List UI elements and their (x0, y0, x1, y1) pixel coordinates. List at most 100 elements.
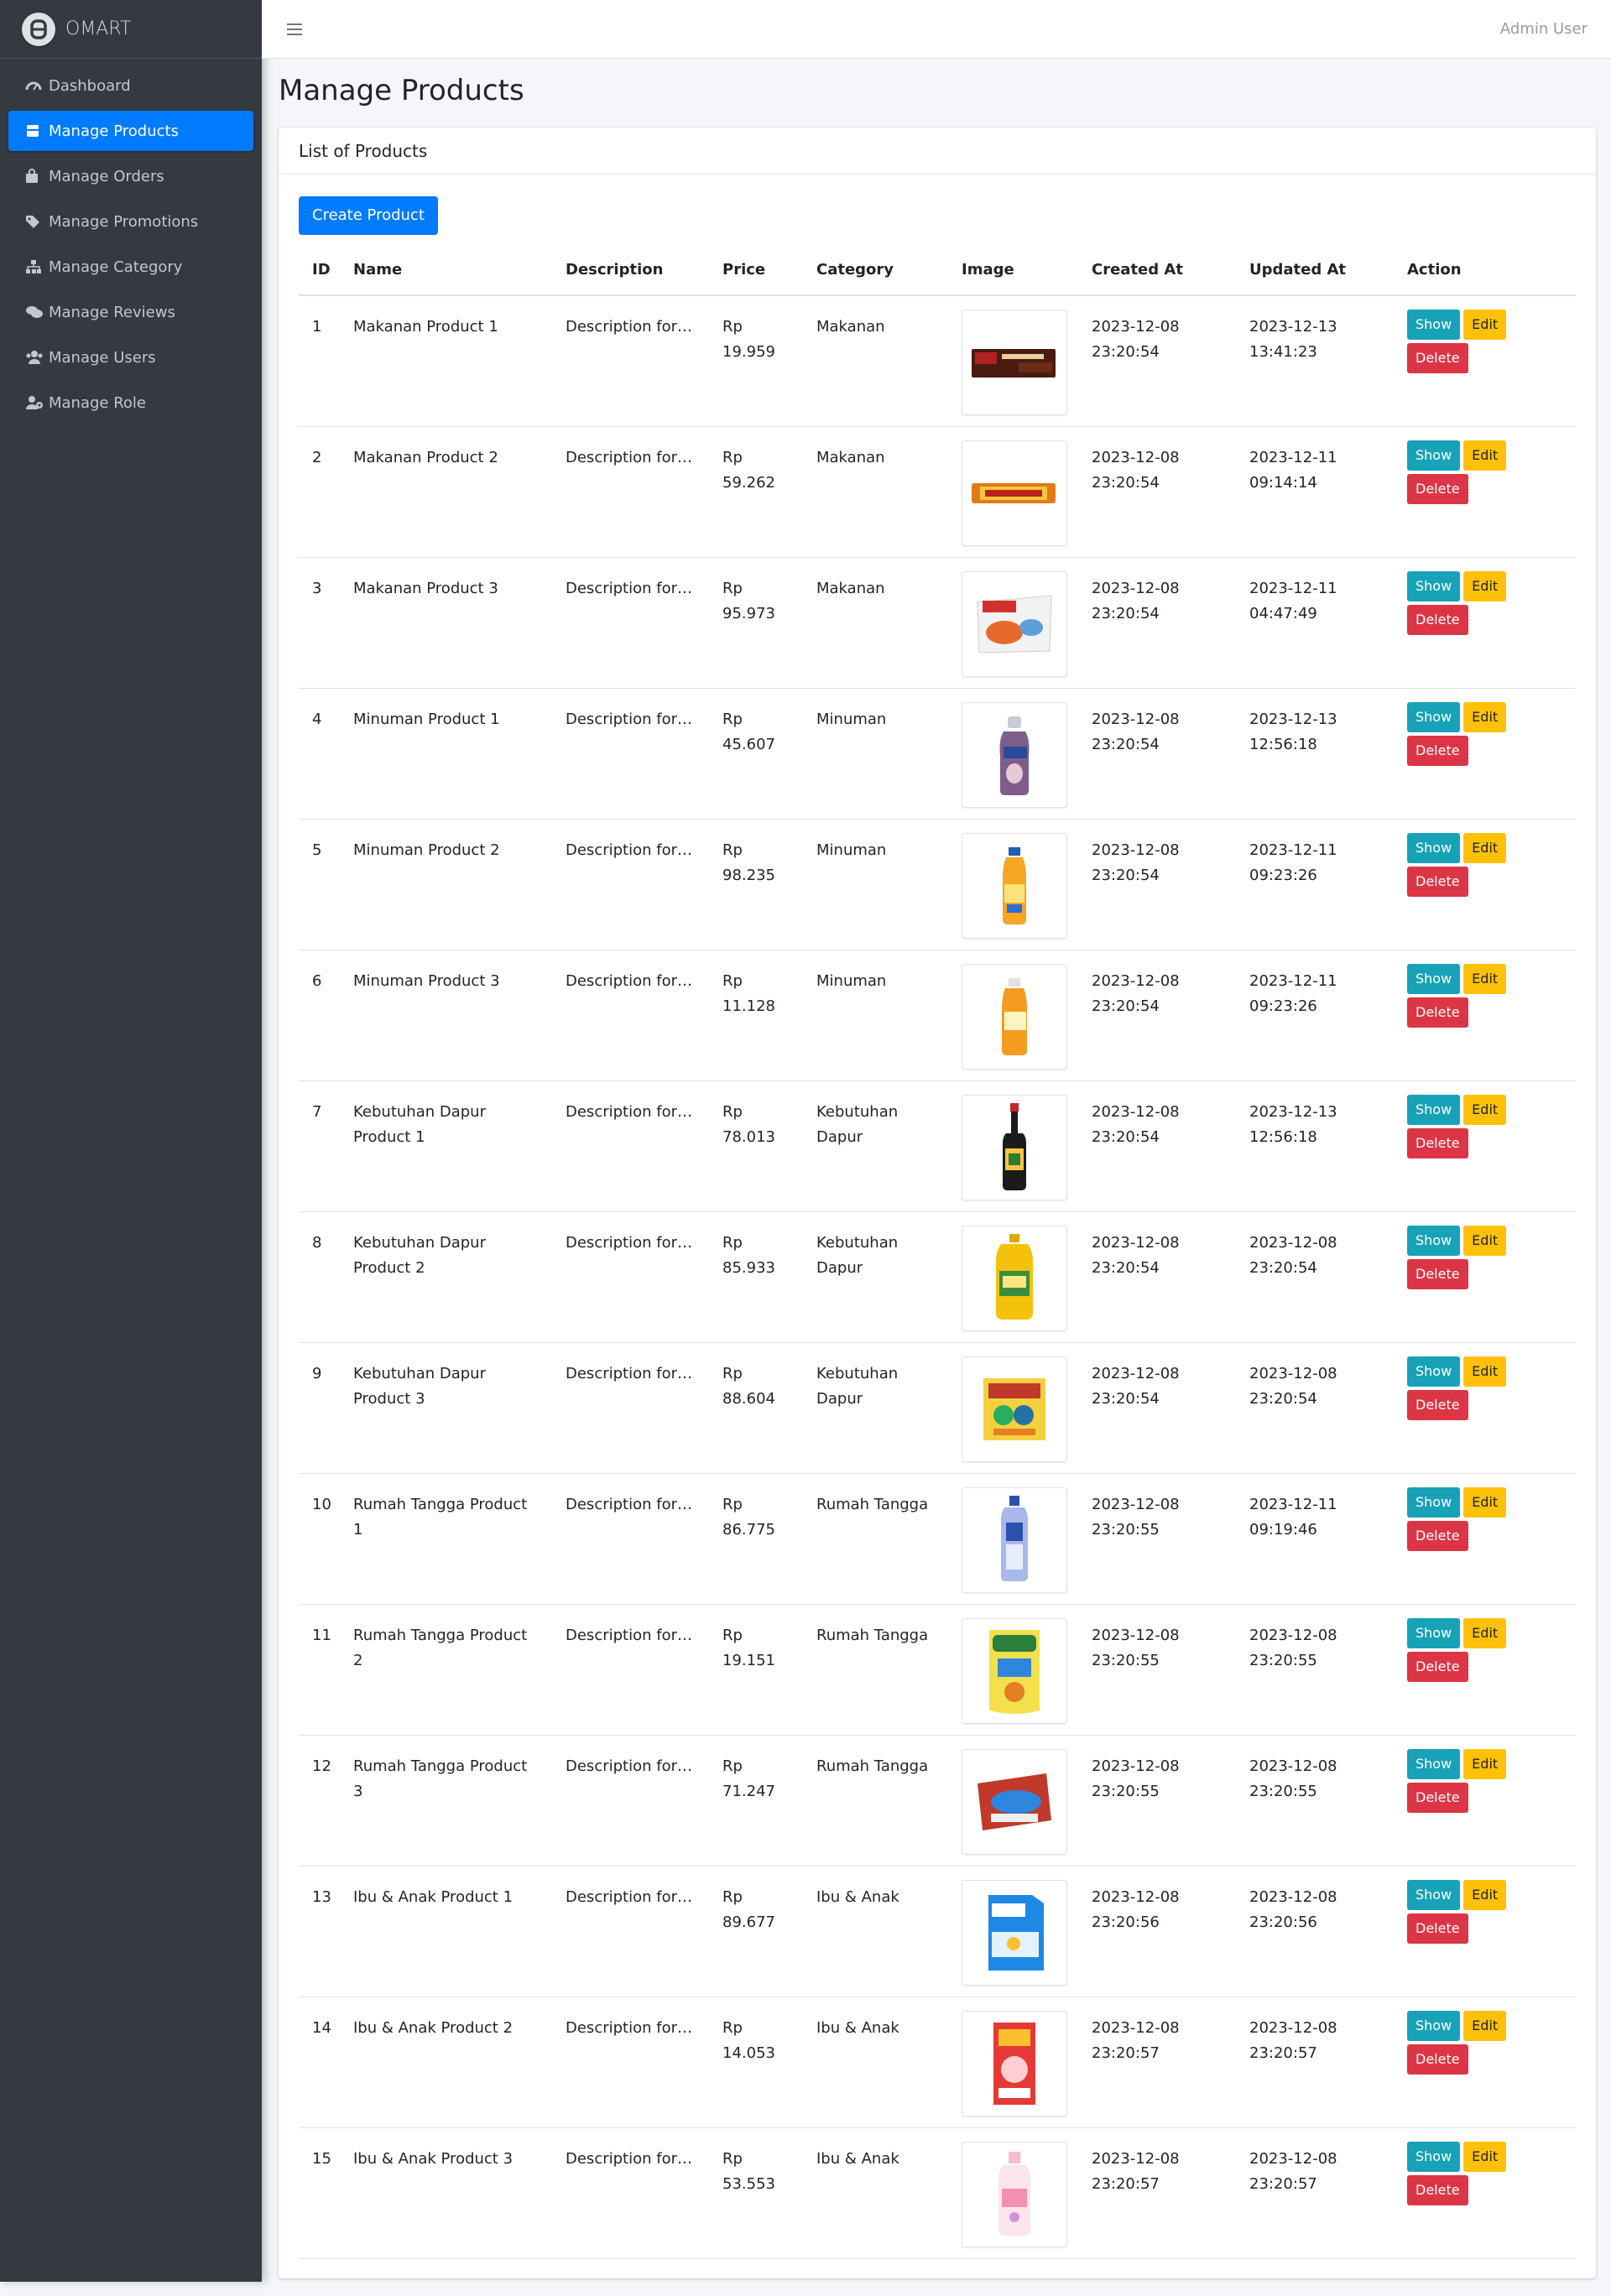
product-id: 8 (299, 1211, 340, 1343)
table-row: 1 Makanan Product 1 Description for … Rp 19… (299, 295, 1576, 427)
user-cog-icon (25, 394, 45, 411)
product-price: Rp 19.151 (709, 1604, 803, 1736)
column-header-updated-at[interactable]: Updated At (1236, 245, 1394, 296)
edit-button[interactable]: Edit (1463, 310, 1507, 340)
show-button[interactable]: Show (1407, 963, 1461, 994)
delete-button[interactable]: Delete (1407, 2043, 1468, 2075)
edit-button[interactable]: Edit (1463, 1486, 1507, 1518)
show-button[interactable]: Show (1407, 1748, 1461, 1779)
column-header-description[interactable]: Description (552, 245, 709, 296)
delete-button[interactable]: Delete (1407, 866, 1468, 897)
product-category: Minuman (803, 950, 948, 1081)
edit-button[interactable]: Edit (1463, 440, 1507, 471)
product-updated-at: 2023-12-08 23:20:56 (1236, 1866, 1394, 1997)
delete-button[interactable]: Delete (1407, 473, 1468, 504)
delete-button[interactable]: Delete (1407, 735, 1468, 766)
sidebar-item-manage-reviews[interactable]: Manage Reviews (8, 292, 253, 332)
product-created-at: 2023-12-08 23:20:54 (1078, 819, 1236, 950)
column-header-category[interactable]: Category (803, 245, 948, 296)
table-row: 11 Rumah Tangga Product 2 Description for … (299, 1604, 1576, 1736)
page-title: Manage Products (279, 74, 524, 107)
sidebar-item-manage-orders[interactable]: Manage Orders (8, 156, 253, 196)
show-button[interactable]: Show (1407, 440, 1461, 471)
edit-button[interactable]: Edit (1463, 2141, 1507, 2172)
product-description: Description for … (552, 295, 709, 427)
edit-button[interactable]: Edit (1463, 832, 1507, 863)
show-button[interactable]: Show (1407, 1617, 1461, 1648)
user-menu[interactable]: Admin User (1500, 20, 1588, 38)
product-price: Rp 45.607 (709, 688, 803, 820)
column-header-created-at[interactable]: Created At (1078, 245, 1236, 296)
product-actions: Show Edit Delete (1394, 1735, 1576, 1866)
sidebar-item-manage-category[interactable]: Manage Category (8, 247, 253, 287)
edit-button[interactable]: Edit (1463, 701, 1507, 732)
delete-button[interactable]: Delete (1407, 1258, 1468, 1289)
product-id: 3 (299, 557, 340, 689)
edit-button[interactable]: Edit (1463, 1094, 1507, 1125)
edit-button[interactable]: Edit (1463, 570, 1507, 601)
delete-button[interactable]: Delete (1407, 1127, 1468, 1158)
delete-button[interactable]: Delete (1407, 2174, 1468, 2205)
delete-button[interactable]: Delete (1407, 1913, 1468, 1944)
delete-button[interactable]: Delete (1407, 1782, 1468, 1813)
product-actions: Show Edit Delete (1394, 688, 1576, 820)
sidebar-item-manage-products[interactable]: Manage Products (8, 111, 253, 151)
sidebar-item-manage-promotions[interactable]: Manage Promotions (8, 201, 253, 242)
product-created-at: 2023-12-08 23:20:54 (1078, 1211, 1236, 1343)
delete-button[interactable]: Delete (1407, 604, 1468, 635)
product-name: Minuman Product 1 (340, 688, 552, 820)
delete-button[interactable]: Delete (1407, 997, 1468, 1028)
product-name: Ibu & Anak Product 2 (340, 1997, 552, 2128)
hamburger-icon[interactable] (287, 23, 302, 35)
product-created-at: 2023-12-08 23:20:54 (1078, 950, 1236, 1081)
show-button[interactable]: Show (1407, 1356, 1461, 1387)
column-header-action[interactable]: Action (1394, 245, 1576, 296)
show-button[interactable]: Show (1407, 1486, 1461, 1518)
delete-button[interactable]: Delete (1407, 1520, 1468, 1551)
product-actions: Show Edit Delete (1394, 1211, 1576, 1343)
edit-button[interactable]: Edit (1463, 1879, 1507, 1910)
baby-cereal-box-image (962, 2010, 1067, 2116)
show-button[interactable]: Show (1407, 1225, 1461, 1256)
create-product-button[interactable]: Create Product (299, 196, 438, 235)
product-actions: Show Edit Delete (1394, 1866, 1576, 1997)
comments-icon (25, 304, 45, 320)
edit-button[interactable]: Edit (1463, 1617, 1507, 1648)
edit-button[interactable]: Edit (1463, 1748, 1507, 1779)
show-button[interactable]: Show (1407, 701, 1461, 732)
product-description: Description for I… (552, 1997, 709, 2128)
show-button[interactable]: Show (1407, 2010, 1461, 2041)
milk-powder-box-image (962, 1879, 1067, 1986)
product-image-cell (948, 2127, 1078, 2259)
sidebar-item-dashboard[interactable]: Dashboard (8, 65, 253, 106)
brand[interactable]: OMART (0, 0, 262, 59)
column-header-name[interactable]: Name (340, 245, 552, 296)
column-header-image[interactable]: Image (948, 245, 1078, 296)
column-header-price[interactable]: Price (709, 245, 803, 296)
product-description: Description for … (552, 1080, 709, 1212)
edit-button[interactable]: Edit (1463, 2010, 1507, 2041)
show-button[interactable]: Show (1407, 1879, 1461, 1910)
product-id: 10 (299, 1473, 340, 1605)
sidebar-item-manage-role[interactable]: Manage Role (8, 383, 253, 423)
delete-button[interactable]: Delete (1407, 343, 1468, 373)
edit-button[interactable]: Edit (1463, 1225, 1507, 1256)
product-created-at: 2023-12-08 23:20:54 (1078, 295, 1236, 427)
edit-button[interactable]: Edit (1463, 963, 1507, 994)
product-actions: Show Edit Delete (1394, 819, 1576, 950)
instant-noodle-image (962, 570, 1067, 677)
show-button[interactable]: Show (1407, 310, 1461, 340)
dish-soap-pouch-image (962, 1617, 1067, 1724)
edit-button[interactable]: Edit (1463, 1356, 1507, 1387)
show-button[interactable]: Show (1407, 570, 1461, 601)
column-header-id[interactable]: ID (299, 245, 340, 296)
delete-button[interactable]: Delete (1407, 1651, 1468, 1682)
delete-button[interactable]: Delete (1407, 1389, 1468, 1420)
product-image-cell (948, 295, 1078, 427)
show-button[interactable]: Show (1407, 1094, 1461, 1125)
product-image-cell (948, 426, 1078, 558)
show-button[interactable]: Show (1407, 2141, 1461, 2172)
show-button[interactable]: Show (1407, 832, 1461, 863)
product-price: Rp 59.262 (709, 426, 803, 558)
sidebar-item-manage-users[interactable]: Manage Users (8, 337, 253, 377)
